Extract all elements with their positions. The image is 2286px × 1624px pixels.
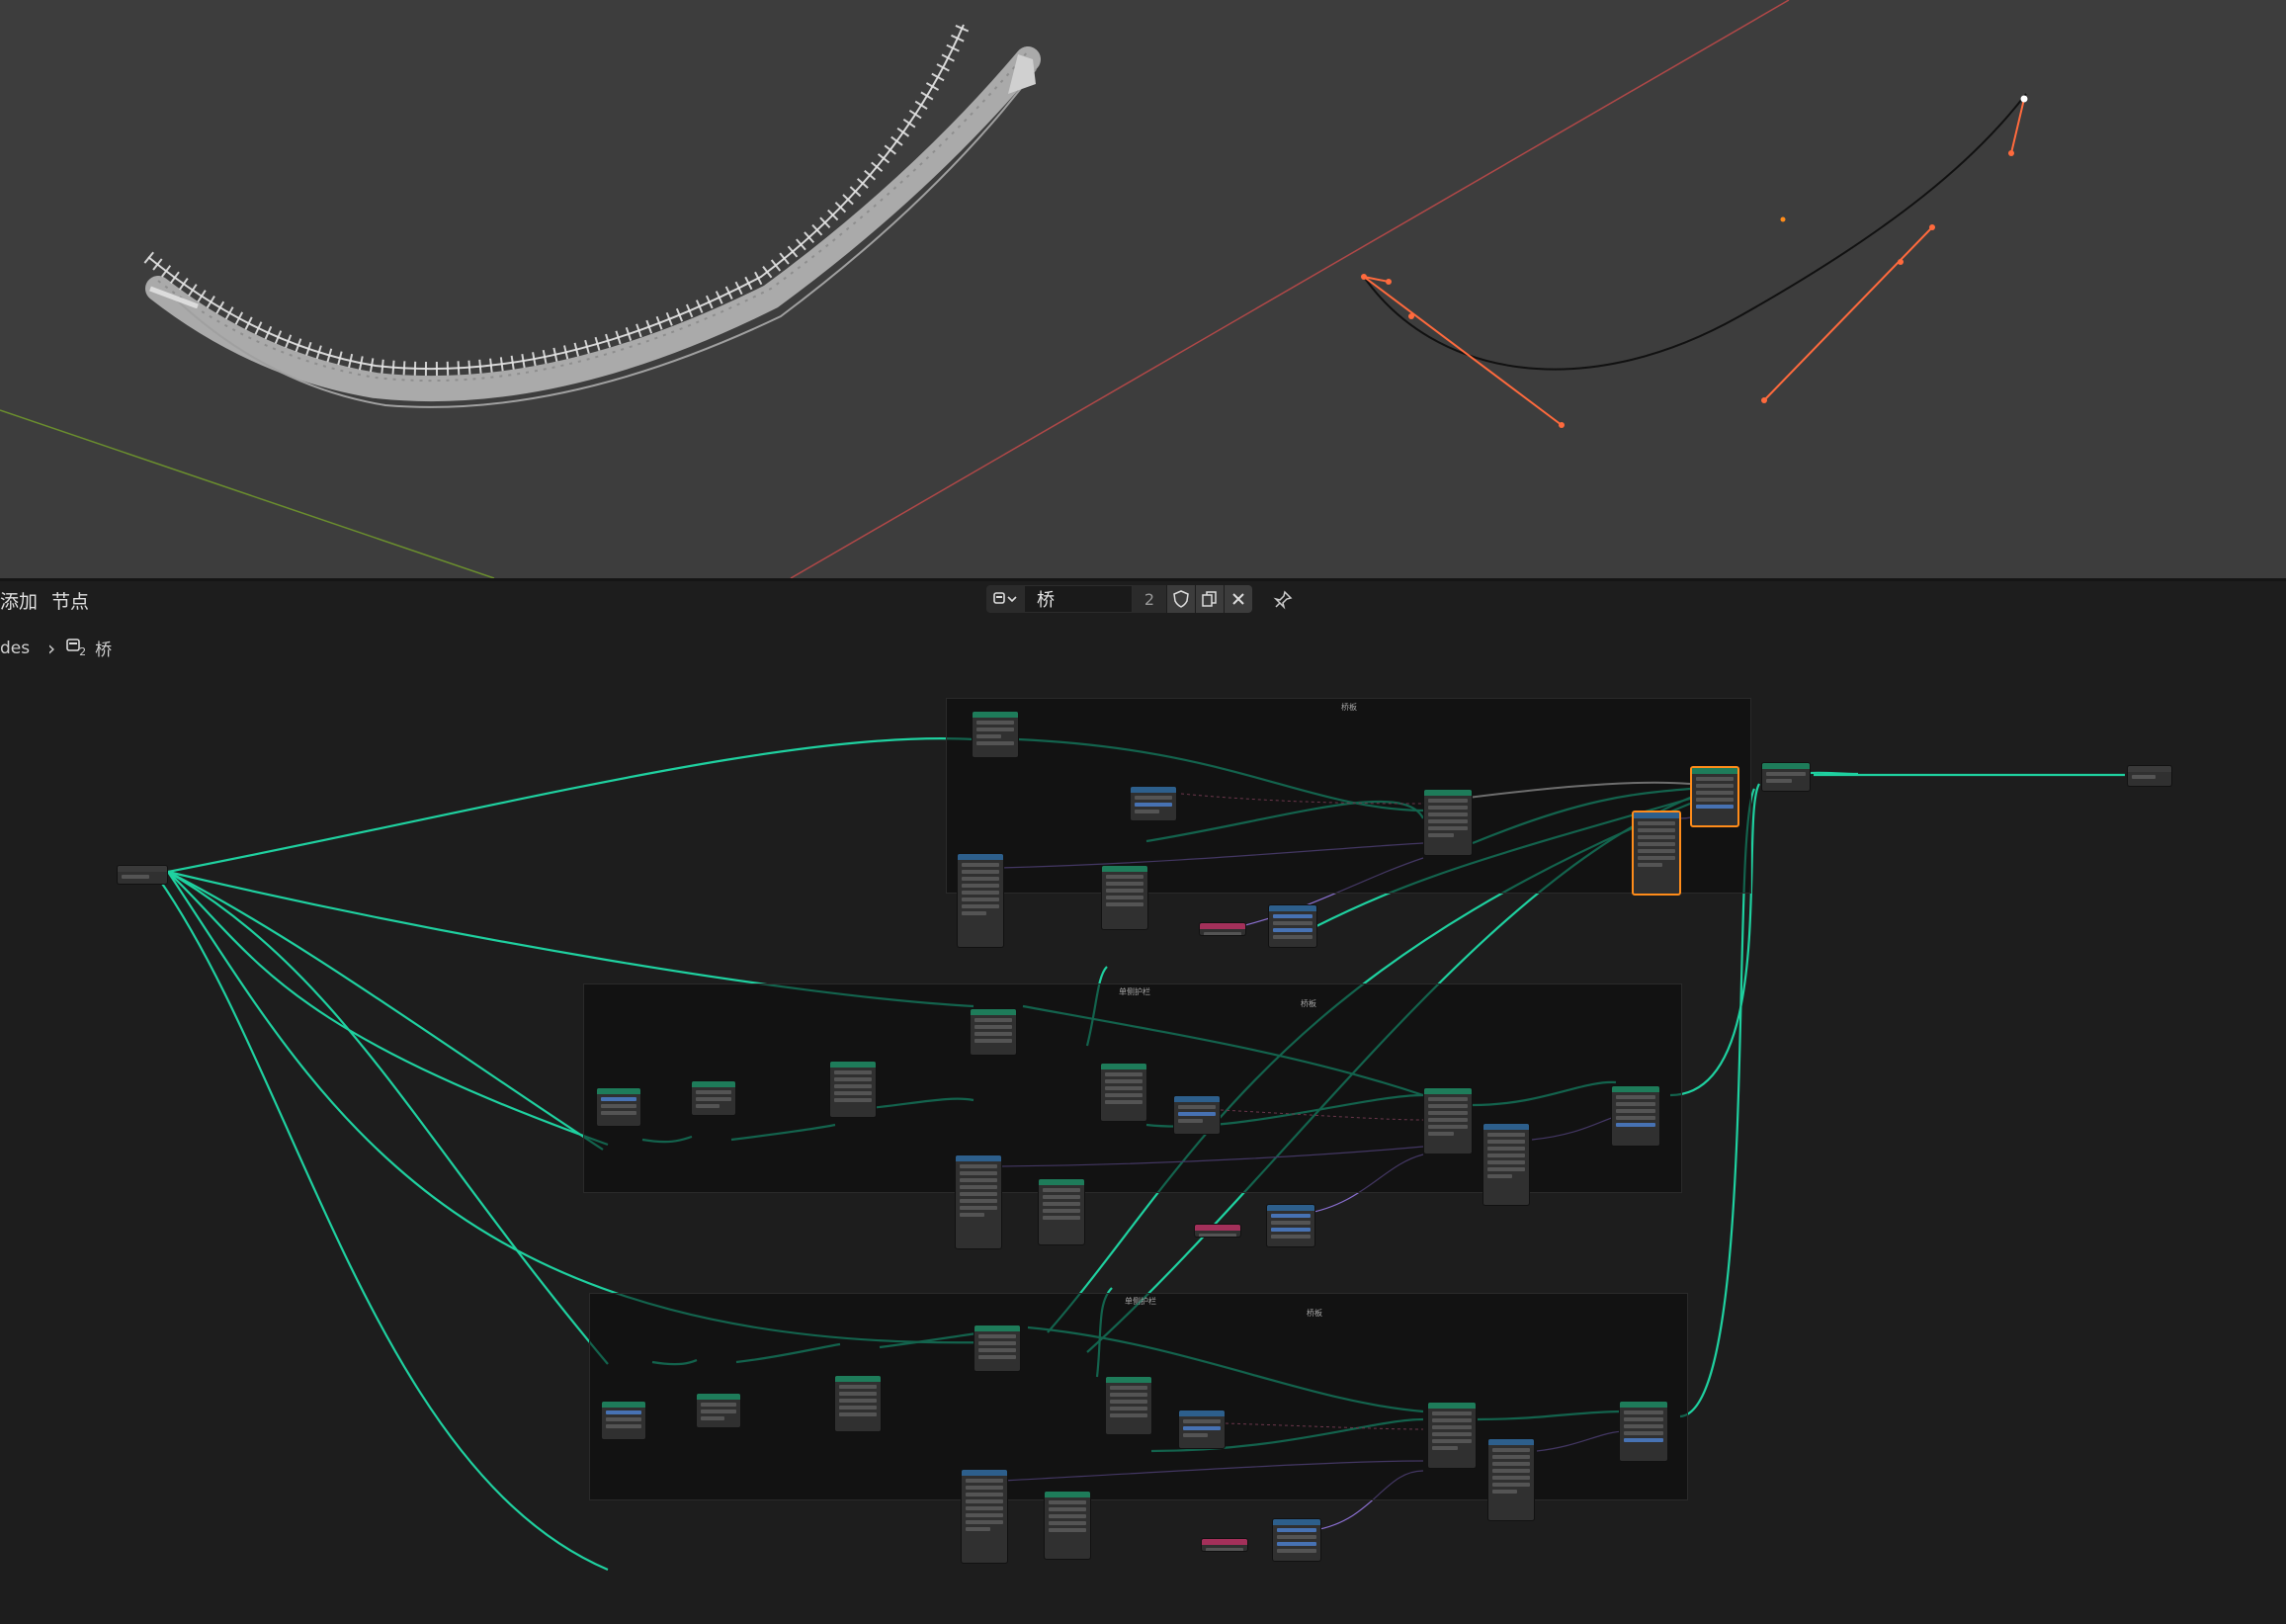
- menu-add[interactable]: 添加: [0, 587, 38, 614]
- frame-bridge-deck[interactable]: 桥板: [946, 698, 1751, 894]
- transform-node[interactable]: [1101, 865, 1148, 930]
- user-count[interactable]: 2: [1133, 585, 1166, 613]
- menu-node[interactable]: 节点: [51, 587, 89, 614]
- frame-label: 桥板: [1341, 703, 1357, 712]
- transform-node[interactable]: [1038, 1178, 1085, 1245]
- close-icon[interactable]: [1225, 585, 1252, 613]
- instance-on-points-node[interactable]: [1427, 1402, 1477, 1469]
- vector-node[interactable]: [961, 1469, 1008, 1564]
- geometry-node[interactable]: [974, 1325, 1021, 1372]
- attribute-node[interactable]: [1201, 1538, 1248, 1552]
- resample-curve-node[interactable]: [691, 1080, 736, 1116]
- math-node[interactable]: [1482, 1123, 1530, 1206]
- x-axis-line: [790, 0, 1790, 578]
- shield-icon[interactable]: [1167, 585, 1195, 613]
- vector-node[interactable]: [955, 1154, 1002, 1249]
- frame-sub-label: 桥板: [1301, 999, 1316, 1008]
- curve-to-mesh-node[interactable]: [829, 1061, 877, 1118]
- curve-to-mesh-node[interactable]: [834, 1375, 882, 1432]
- frame-sub-label: 桥板: [1307, 1309, 1322, 1318]
- node-tree-name-field[interactable]: 桥: [1024, 585, 1133, 613]
- input-node[interactable]: [1173, 1095, 1221, 1135]
- instance-on-points-node[interactable]: [1423, 1087, 1473, 1154]
- node-tree-icon[interactable]: [986, 585, 1024, 613]
- geometry-node[interactable]: [970, 1008, 1017, 1056]
- random-value-node[interactable]: [1266, 1204, 1315, 1247]
- breadcrumb-users: 2: [79, 644, 87, 658]
- duplicate-icon[interactable]: [1196, 585, 1224, 613]
- random-value-node[interactable]: [1272, 1518, 1321, 1562]
- curve-node[interactable]: [596, 1087, 641, 1127]
- math-node[interactable]: [1487, 1438, 1535, 1521]
- geometry-node[interactable]: [972, 711, 1019, 758]
- random-value-node[interactable]: [1268, 904, 1317, 948]
- group-output-node[interactable]: [2127, 765, 2172, 787]
- math-node[interactable]: [1632, 811, 1681, 896]
- instance-on-points-node[interactable]: [1423, 789, 1473, 856]
- realize-instances-node[interactable]: [1619, 1401, 1668, 1462]
- pin-icon[interactable]: [1271, 588, 1295, 612]
- curve-to-points-node[interactable]: [1105, 1376, 1152, 1435]
- realize-instances-node[interactable]: [1611, 1085, 1660, 1147]
- join-geometry-node[interactable]: [1761, 762, 1811, 792]
- vector-node[interactable]: [957, 853, 1004, 948]
- 3d-viewport[interactable]: [0, 0, 2286, 578]
- curve-to-points-node[interactable]: [1100, 1063, 1147, 1122]
- group-input-node[interactable]: [117, 865, 168, 885]
- attribute-node[interactable]: [1194, 1224, 1241, 1238]
- origin-point: [1780, 216, 1786, 222]
- input-node[interactable]: [1130, 786, 1177, 821]
- frame-label: 单侧护栏: [1119, 987, 1150, 996]
- breadcrumb-separator: ›: [47, 636, 56, 660]
- resample-curve-node[interactable]: [696, 1393, 741, 1428]
- node-tree-icon: 2: [65, 638, 89, 659]
- attribute-node[interactable]: [1199, 922, 1246, 936]
- y-axis-line: [0, 409, 495, 578]
- input-node[interactable]: [1178, 1410, 1226, 1449]
- frame-label: 单侧护栏: [1125, 1297, 1156, 1306]
- breadcrumb: des › 2 桥: [0, 636, 112, 661]
- realize-instances-node[interactable]: [1690, 766, 1739, 827]
- curve-node[interactable]: [601, 1401, 646, 1440]
- node-tree-selector[interactable]: 桥 2: [986, 583, 1252, 615]
- viewport-scene: [0, 0, 2028, 578]
- node-editor[interactable]: 添加 节点 桥 2 des › 2 桥 桥板 单侧护栏 桥板 单侧护栏 桥板: [0, 581, 2286, 1624]
- breadcrumb-tree-name[interactable]: 桥: [95, 636, 112, 660]
- bridge-mesh[interactable]: [143, 22, 1041, 408]
- bezier-curve[interactable]: [1361, 93, 2028, 428]
- breadcrumb-parent[interactable]: des: [0, 639, 30, 658]
- transform-node[interactable]: [1044, 1491, 1091, 1560]
